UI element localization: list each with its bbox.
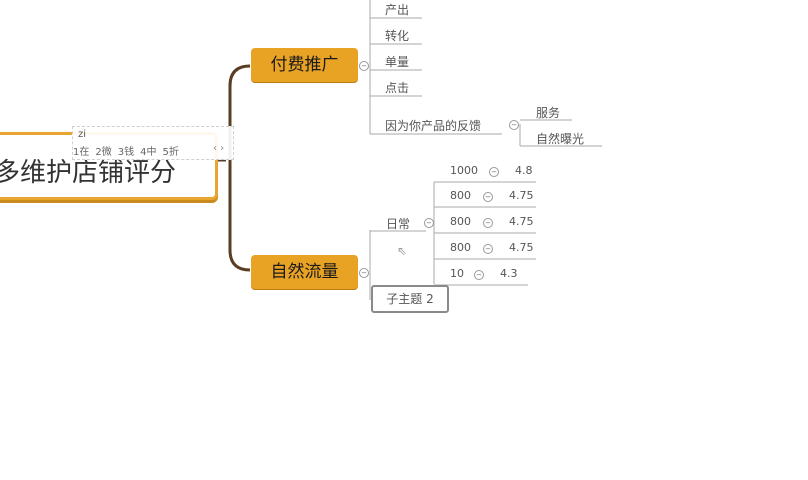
paid-promotion-topic[interactable]: 付费推广 — [251, 48, 358, 82]
ime-input-text: zi — [78, 129, 87, 140]
ime-candidate[interactable]: 3钱 — [118, 143, 134, 158]
paid-child-conversion[interactable]: 转化 — [385, 27, 409, 44]
ime-candidate[interactable]: 4中 — [140, 143, 156, 158]
collapse-icon[interactable]: − — [483, 244, 493, 254]
daily-topic[interactable]: 日常 — [386, 215, 410, 232]
daily-row-score[interactable]: 4.75 — [509, 189, 534, 202]
daily-row-score[interactable]: 4.3 — [500, 267, 518, 280]
collapse-icon[interactable]: − — [359, 268, 369, 278]
daily-row-count[interactable]: 1000 — [450, 164, 478, 177]
daily-row-count[interactable]: 800 — [450, 241, 471, 254]
daily-row-score[interactable]: 4.8 — [515, 164, 533, 177]
daily-row-score[interactable]: 4.75 — [509, 241, 534, 254]
collapse-icon[interactable]: − — [424, 218, 434, 228]
ime-page-nav[interactable]: ‹ › — [213, 143, 224, 154]
collapse-icon[interactable]: − — [359, 61, 369, 71]
daily-row-count[interactable]: 800 — [450, 215, 471, 228]
daily-row-count[interactable]: 800 — [450, 189, 471, 202]
feedback-child-natural-exposure[interactable]: 自然曝光 — [536, 130, 584, 147]
collapse-icon[interactable]: − — [483, 192, 493, 202]
natural-traffic-topic[interactable]: 自然流量 — [251, 255, 358, 289]
mouse-cursor-icon: ⇖ — [397, 244, 408, 258]
collapse-icon[interactable]: − — [483, 218, 493, 228]
daily-row-count[interactable]: 10 — [450, 267, 464, 280]
collapse-icon[interactable]: − — [489, 167, 499, 177]
paid-child-orders[interactable]: 单量 — [385, 53, 409, 70]
collapse-icon[interactable]: − — [474, 270, 484, 280]
subtopic-2-selected[interactable]: 子主题 2 — [371, 285, 449, 313]
ime-candidate-list[interactable]: 1在 2微 3钱 4中 5折 — [73, 143, 179, 158]
paid-child-feedback[interactable]: 因为你产品的反馈 — [385, 117, 481, 134]
ime-candidate-bar[interactable]: zi 1在 2微 3钱 4中 5折 ‹ › — [72, 126, 234, 160]
ime-candidate[interactable]: 1在 — [73, 143, 89, 158]
ime-candidate[interactable]: 5折 — [163, 143, 179, 158]
connector-lines — [218, 0, 602, 300]
daily-row-score[interactable]: 4.75 — [509, 215, 534, 228]
feedback-child-service[interactable]: 服务 — [536, 104, 560, 121]
ime-candidate[interactable]: 2微 — [95, 143, 111, 158]
paid-child-output[interactable]: 产出 — [385, 1, 409, 18]
collapse-icon[interactable]: − — [509, 120, 519, 130]
paid-child-clicks[interactable]: 点击 — [385, 79, 409, 96]
